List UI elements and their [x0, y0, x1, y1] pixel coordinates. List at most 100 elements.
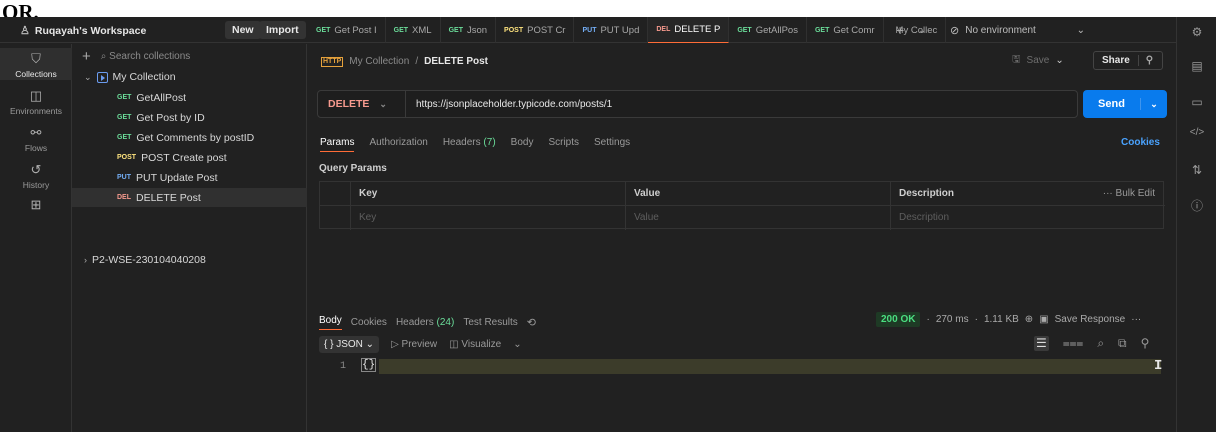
collection-my-collection[interactable]: ⌄ My Collection	[72, 67, 307, 87]
filter-icon[interactable]: ⩶	[1063, 336, 1084, 351]
rail-item[interactable]: ⛉ Collections	[0, 48, 72, 80]
settings-icon[interactable]: ⚙	[1177, 25, 1216, 39]
tab-authorization[interactable]: Authorization	[369, 137, 427, 152]
environment-selector[interactable]: ⊘ No environment ⌄	[945, 17, 1089, 43]
share-button[interactable]: Share ⚲	[1093, 51, 1163, 70]
workspace-title[interactable]: ♙ Ruqayah's Workspace	[20, 24, 147, 38]
rail-item[interactable]: ↺ History	[0, 159, 72, 191]
info-icon[interactable]: ⓘ	[1177, 197, 1216, 214]
wrap-lines-icon[interactable]: ☰	[1034, 336, 1049, 351]
postman-app: ♙ Ruqayah's Workspace New Import GET Get …	[0, 17, 1216, 432]
search-icon[interactable]: ⌕	[1097, 336, 1104, 351]
request-tab[interactable]: DEL DELETE P	[648, 17, 730, 43]
import-button[interactable]: Import	[259, 21, 306, 39]
search-input[interactable]: ⌕ Search collections	[101, 51, 191, 62]
chevron-down-icon: ⌄	[1076, 24, 1085, 36]
add-tab-icon[interactable]: +	[896, 22, 904, 38]
cookies-link[interactable]: Cookies	[1121, 137, 1160, 148]
breadcrumb-current[interactable]: DELETE Post	[424, 56, 488, 67]
table-row: Key Value Description	[320, 206, 1165, 230]
tab-body[interactable]: Body	[511, 137, 534, 152]
breadcrumb-parent[interactable]: My Collection	[349, 56, 409, 67]
history-icon[interactable]: ⟲	[527, 316, 536, 329]
format-selector[interactable]: { } JSON ⌄	[319, 336, 380, 353]
key-input[interactable]: Key	[350, 206, 625, 230]
response-time[interactable]: 270 ms	[936, 314, 969, 325]
new-button[interactable]: New	[225, 21, 261, 39]
url-input[interactable]: https://jsonplaceholder.typicode.com/pos…	[406, 99, 612, 110]
response-size[interactable]: 1.11 KB	[984, 314, 1019, 325]
rail-item[interactable]: ◫ Environments	[0, 85, 72, 117]
method-badge: POST	[117, 154, 137, 161]
response-format-row: { } JSON ⌄ ▷ Preview ◫ Visualize ⌄	[319, 336, 522, 353]
share-label: Share	[1094, 55, 1139, 66]
tab-label: Get Comr	[833, 24, 875, 36]
save-response-button[interactable]: Save Response	[1055, 314, 1126, 325]
copy-icon[interactable]: ⧉	[1118, 336, 1127, 351]
save-button[interactable]: Save	[1027, 55, 1050, 66]
request-item[interactable]: PUT PUT Update Post	[72, 168, 307, 187]
tab-test-results[interactable]: Test Results	[463, 317, 517, 328]
bulk-edit-button[interactable]: ··· Bulk Edit	[1103, 182, 1155, 206]
search-placeholder: Search collections	[109, 51, 191, 62]
request-item[interactable]: DEL DELETE Post	[72, 188, 307, 207]
more-icon[interactable]: ···	[1131, 314, 1141, 325]
tab-scripts[interactable]: Scripts	[548, 137, 579, 152]
add-collection-icon[interactable]: +	[82, 48, 91, 65]
request-tab[interactable]: GET GetAllPos	[729, 17, 807, 43]
value-input[interactable]: Value	[625, 206, 890, 230]
request-name: POST Create post	[141, 151, 227, 164]
tab-response-body[interactable]: Body	[319, 315, 342, 330]
response-code[interactable]: {}	[360, 358, 377, 372]
related-icon[interactable]: ⇅	[1177, 163, 1216, 177]
workspace-name: Ruqayah's Workspace	[34, 24, 147, 37]
request-item[interactable]: GET Get Comments by postID	[72, 128, 307, 147]
response-tabs: Body Cookies Headers (24) Test Results ⟲	[319, 315, 536, 330]
request-tab[interactable]: POST POST Cr	[496, 17, 575, 43]
method-badge: PUT	[117, 174, 131, 181]
save-group[interactable]: 🖫 Save ⌄	[1012, 52, 1064, 69]
description-input[interactable]: Description	[890, 206, 1165, 230]
chevron-down-icon[interactable]: ⌄	[513, 339, 521, 350]
method-selector[interactable]: DELETE ⌄	[318, 91, 406, 117]
code-icon[interactable]: </>	[1177, 127, 1216, 138]
collection-name: P2-WSE-230104040208	[92, 254, 206, 266]
request-tab[interactable]: GET Get Post I	[308, 17, 386, 43]
collections-icon: ⛉	[31, 51, 41, 66]
request-name: DELETE Post	[136, 191, 201, 204]
request-item[interactable]: POST POST Create post	[72, 148, 307, 167]
collection-p2-wse[interactable]: › P2-WSE-230104040208	[72, 250, 307, 270]
tab-response-headers-label: Headers	[395, 317, 434, 328]
send-button[interactable]: Send ⌄	[1083, 90, 1167, 118]
tab-headers[interactable]: Headers (7)	[443, 137, 496, 152]
chevron-down-icon[interactable]: ⌄	[1141, 99, 1167, 110]
tab-params[interactable]: Params	[320, 137, 355, 152]
preview-button[interactable]: ▷ Preview	[391, 339, 437, 350]
separator: ·	[974, 314, 978, 325]
globe-icon[interactable]: ⊕	[1025, 314, 1033, 325]
chevron-down-icon[interactable]: ⌄	[1055, 55, 1063, 66]
link-icon[interactable]: ⚲	[1139, 55, 1160, 66]
rail-item[interactable]: ⊞	[0, 194, 72, 226]
request-tab[interactable]: GET XML	[386, 17, 441, 43]
link-icon[interactable]: ⚲	[1141, 336, 1150, 351]
chevron-down-icon[interactable]: ⌄	[918, 25, 926, 36]
tab-label: XML	[412, 24, 432, 36]
comments-icon[interactable]: ▭	[1177, 95, 1216, 109]
docs-icon[interactable]: ▤	[1177, 59, 1216, 73]
rail-item[interactable]: ⚯ Flows	[0, 122, 72, 154]
status-badge[interactable]: 200 OK	[876, 312, 921, 327]
request-tab[interactable]: GET Json	[441, 17, 497, 43]
request-item[interactable]: GET Get Post by ID	[72, 108, 307, 127]
tab-settings[interactable]: Settings	[594, 137, 630, 152]
request-item[interactable]: GET GetAllPost	[72, 88, 307, 107]
request-tab[interactable]: PUT PUT Upd	[574, 17, 649, 43]
method-badge: GET	[117, 94, 132, 101]
request-tab[interactable]: GET Get Comr	[807, 17, 884, 43]
top-bar: ♙ Ruqayah's Workspace New Import GET Get …	[0, 17, 1216, 43]
visualize-button[interactable]: ◫ Visualize	[449, 339, 501, 350]
request-tabs: GET Get Post I GET XML GET Json POST POST Cr PUT…	[308, 17, 947, 43]
collection-name: My Collection	[112, 71, 176, 83]
tab-response-cookies[interactable]: Cookies	[351, 317, 387, 328]
tab-response-headers[interactable]: Headers (24)	[396, 317, 454, 328]
